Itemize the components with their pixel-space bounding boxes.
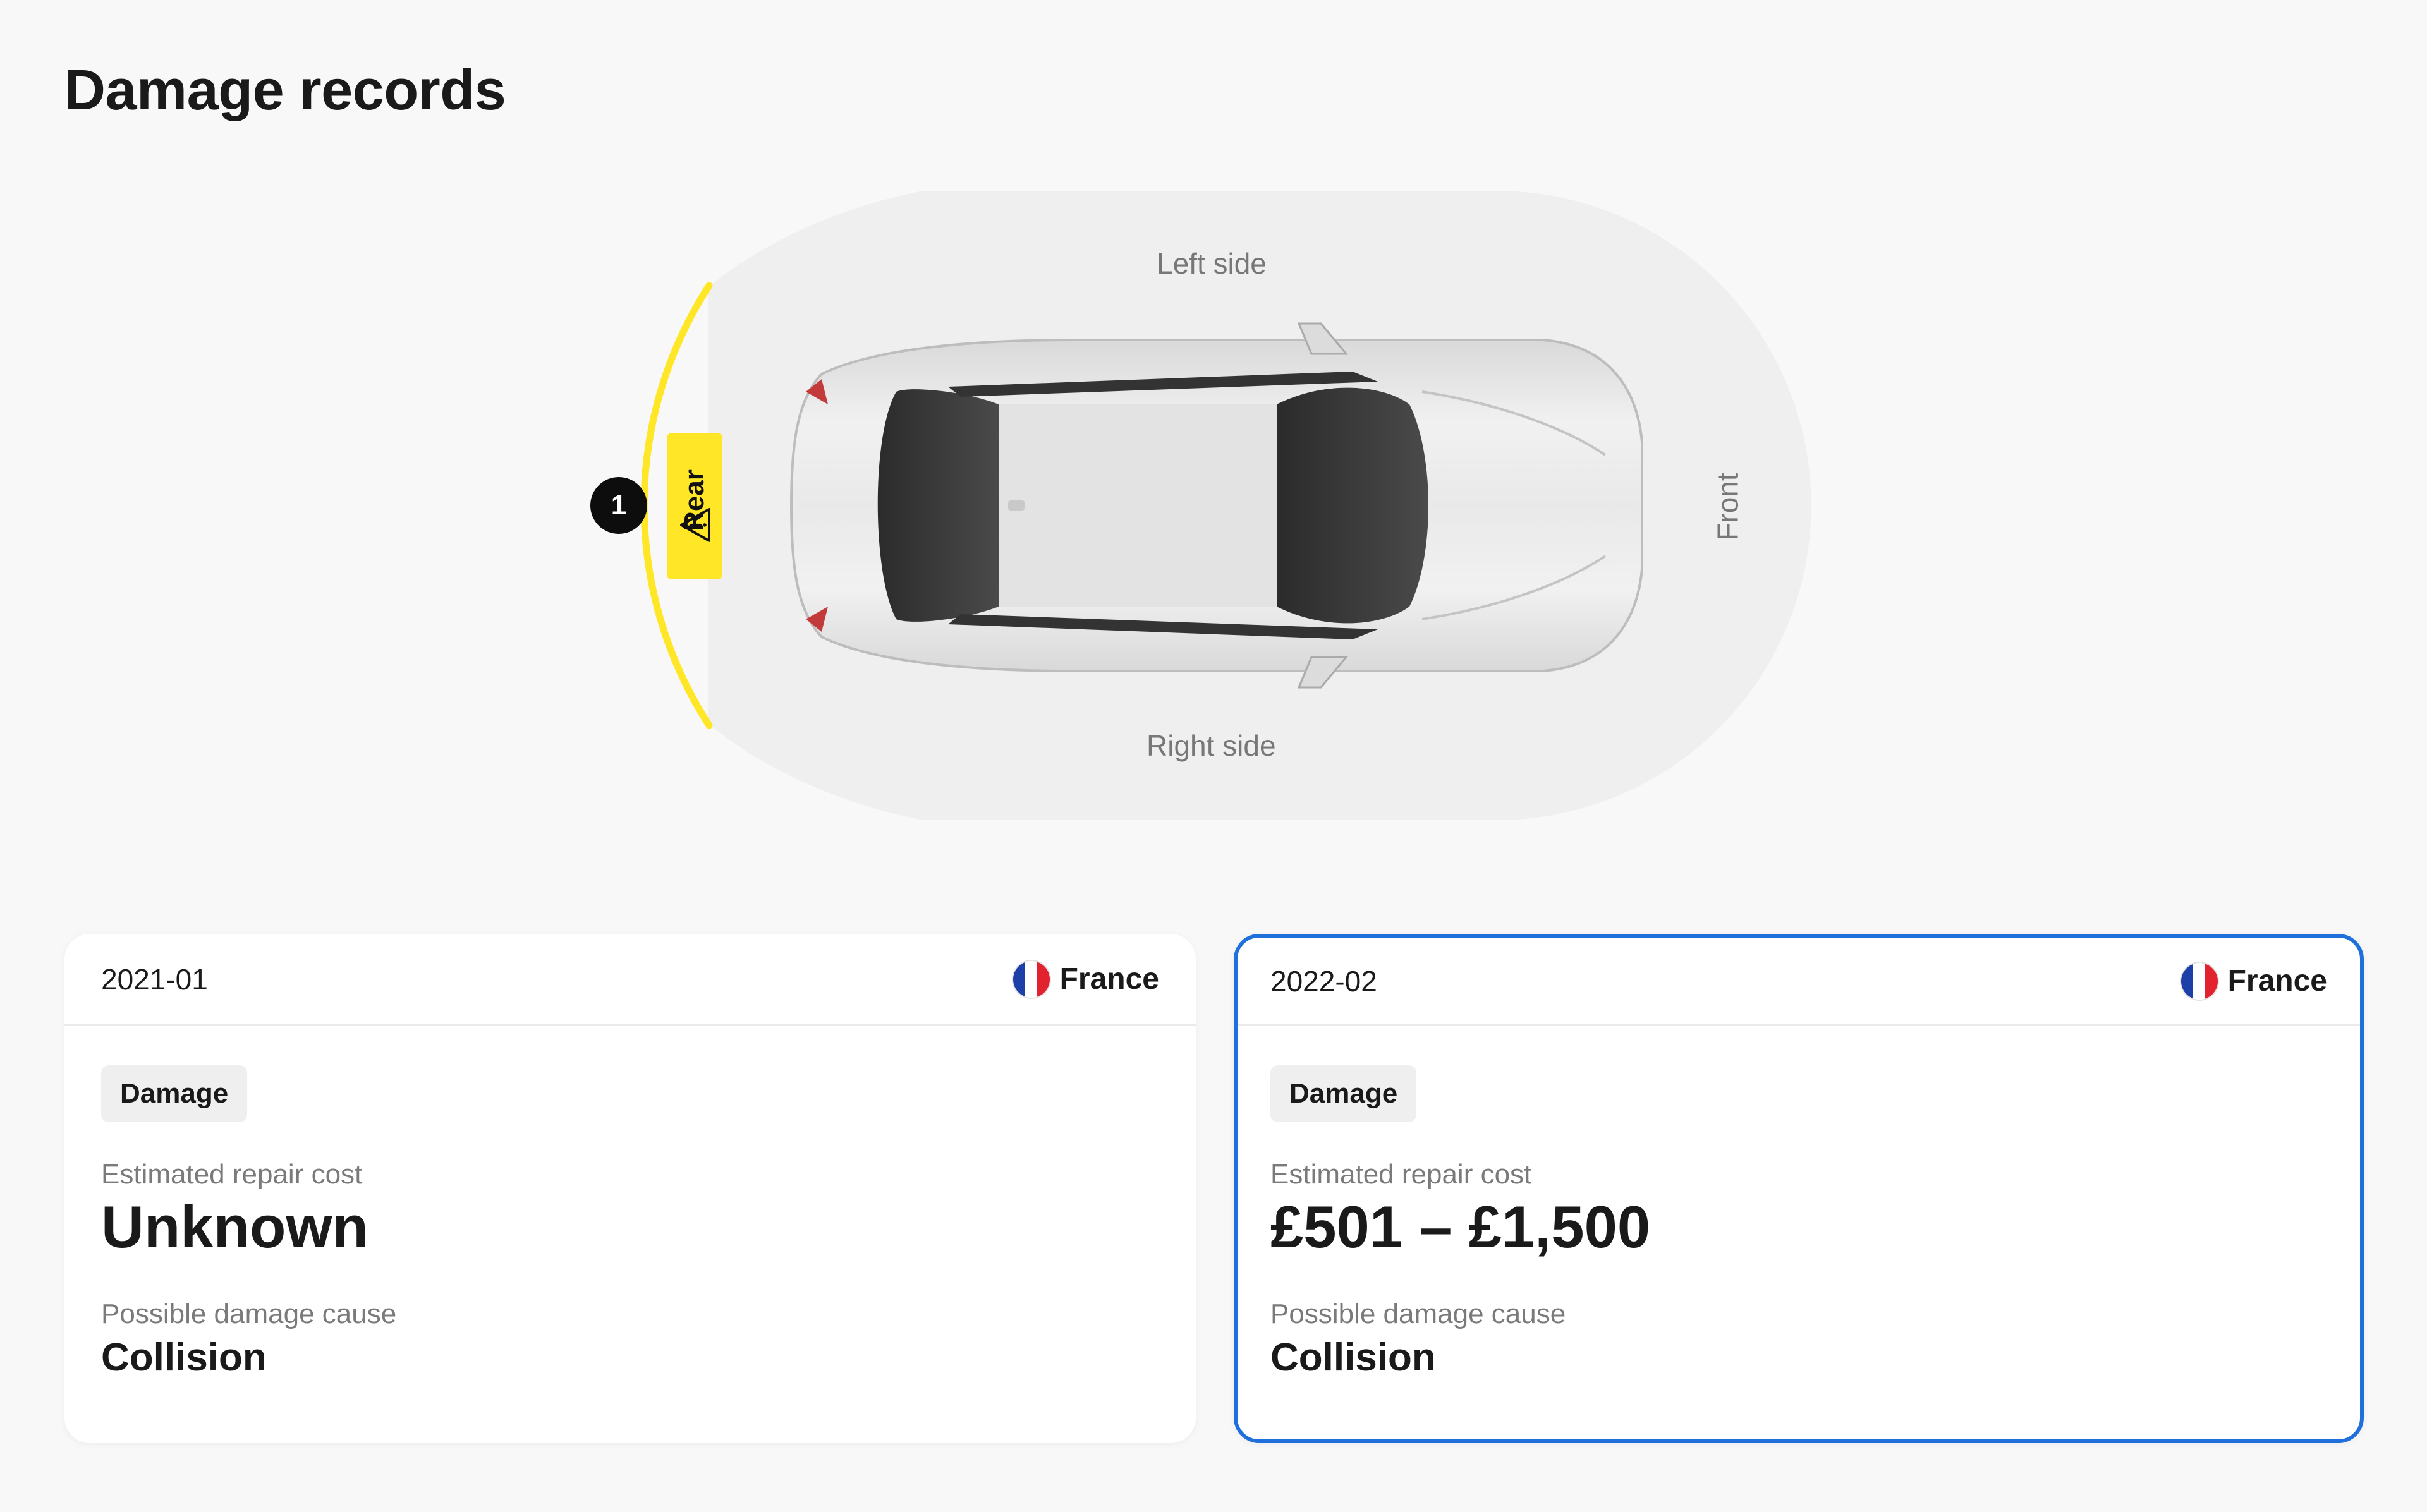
damage-cause-value: Collision bbox=[1270, 1336, 1436, 1380]
record-country: France bbox=[2181, 962, 2327, 1000]
repair-cost-label: Estimated repair cost bbox=[101, 1159, 363, 1190]
france-flag-icon bbox=[2181, 962, 2218, 1000]
country-name: France bbox=[2227, 964, 2327, 998]
record-type-badge: Damage bbox=[1270, 1065, 1417, 1122]
rear-tag-content: Rear bbox=[679, 469, 710, 543]
france-flag-icon bbox=[1013, 960, 1050, 998]
damage-cause-label: Possible damage cause bbox=[1270, 1298, 1566, 1330]
damage-cause-value: Collision bbox=[101, 1336, 267, 1380]
vehicle-damage-diagram: Left side Right side Front 1 Rear bbox=[0, 0, 2427, 885]
repair-cost-value: Unknown bbox=[101, 1194, 368, 1260]
repair-cost-value: £501 – £1,500 bbox=[1270, 1194, 1651, 1260]
front-label: Front bbox=[1711, 473, 1744, 541]
record-date: 2022-02 bbox=[1270, 964, 1377, 998]
country-name: France bbox=[1059, 962, 1159, 996]
card-body: Damage Estimated repair cost £501 – £1,5… bbox=[1238, 1026, 2360, 1380]
record-date: 2021-01 bbox=[101, 962, 208, 996]
damage-record-card-selected[interactable]: 2022-02 France Damage Estimated repair c… bbox=[1234, 934, 2364, 1443]
card-body: Damage Estimated repair cost Unknown Pos… bbox=[64, 1026, 1196, 1380]
left-side-label: Left side bbox=[1157, 247, 1267, 280]
damage-cause-label: Possible damage cause bbox=[101, 1298, 397, 1330]
record-country: France bbox=[1013, 960, 1159, 998]
right-side-label: Right side bbox=[1147, 729, 1276, 762]
record-type-badge: Damage bbox=[101, 1065, 248, 1122]
car-top-view-icon bbox=[789, 322, 1643, 689]
damage-record-card[interactable]: 2021-01 France Damage Estimated repair c… bbox=[64, 934, 1196, 1443]
card-header: 2022-02 France bbox=[1238, 938, 2360, 1026]
repair-cost-label: Estimated repair cost bbox=[1270, 1159, 1532, 1190]
damage-count-marker[interactable]: 1 bbox=[590, 477, 647, 534]
rear-damage-tag[interactable]: Rear bbox=[667, 433, 722, 579]
card-header: 2021-01 France bbox=[64, 934, 1196, 1026]
